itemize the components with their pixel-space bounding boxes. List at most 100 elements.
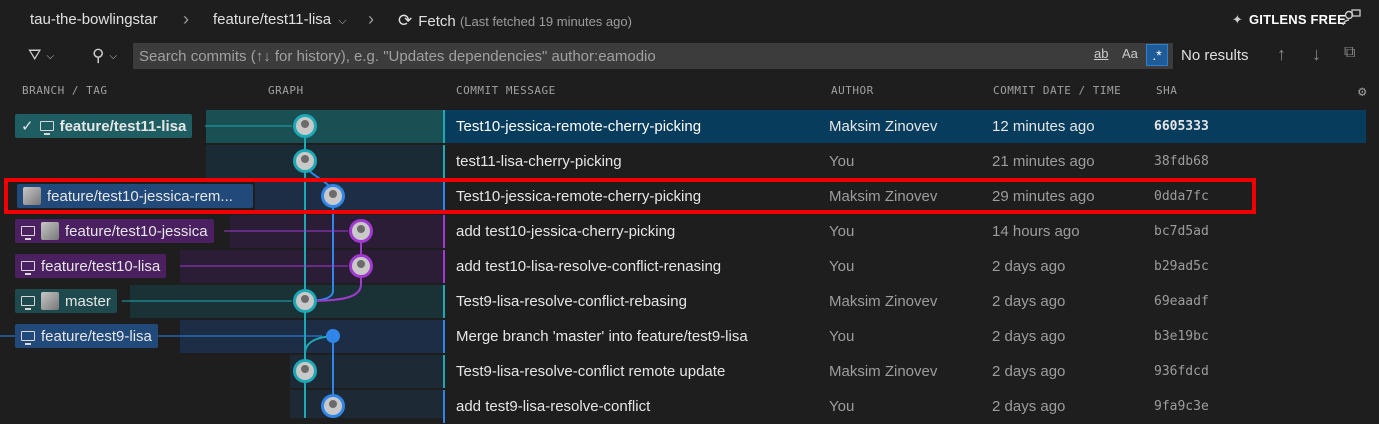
avatar-icon — [41, 292, 59, 310]
avatar-icon — [41, 222, 59, 240]
commit-row[interactable]: add test9-lisa-resolve-conflict You 2 da… — [0, 389, 1379, 424]
commit-sha: 6605333 — [1154, 119, 1209, 134]
commit-date: 14 hours ago — [992, 223, 1080, 240]
commit-message: Test9-lisa-resolve-conflict remote updat… — [456, 363, 726, 380]
commit-sha: 38fdb68 — [1154, 154, 1209, 169]
local-branch-icon — [21, 331, 35, 345]
branch-ref[interactable]: feature/test10-jessica — [15, 219, 214, 243]
feedback-icon[interactable] — [1341, 8, 1361, 28]
search-input[interactable] — [133, 43, 1173, 69]
lane-indicator — [443, 390, 445, 423]
breadcrumb-repo[interactable]: tau-the-bowlingstar — [30, 11, 158, 28]
local-branch-icon — [21, 226, 35, 240]
column-headers: BRANCH / TAG GRAPH COMMIT MESSAGE AUTHOR… — [0, 80, 1379, 102]
branch-ref[interactable]: feature/test9-lisa — [15, 324, 158, 348]
commit-sha: bc7d5ad — [1154, 224, 1209, 239]
commit-message: Test10-jessica-remote-cherry-picking — [456, 118, 702, 135]
branch-ref-label: feature/test10-jessica — [65, 222, 208, 240]
filter-icon: ⛛ — [28, 47, 42, 64]
commit-date: 2 days ago — [992, 363, 1066, 380]
branch-ref-label: master — [65, 292, 111, 310]
chevron-down-icon: ⌵ — [109, 50, 118, 62]
local-branch-icon — [39, 121, 54, 135]
commit-sha: b3e19bc — [1154, 329, 1209, 344]
commit-author: Maksim Zinovev — [829, 293, 938, 310]
branch-ref-label: feature/test11-lisa — [59, 117, 187, 135]
branch-ref[interactable]: master — [15, 289, 117, 313]
gear-icon[interactable]: ⚙ — [1358, 84, 1367, 100]
column-graph[interactable]: GRAPH — [268, 84, 304, 97]
commit-author: You — [829, 223, 855, 240]
refresh-icon: ⟳ — [398, 11, 413, 30]
branch-ref[interactable]: feature/test10-lisa — [15, 254, 167, 278]
search-results-count: No results — [1181, 47, 1249, 64]
commit-date: 21 minutes ago — [992, 153, 1095, 170]
commit-date: 2 days ago — [992, 258, 1066, 275]
search-bar: ⛛ ⌵ ⚲ ⌵ ab Aa .* No results ↑ ↓ ⧉ — [0, 40, 1379, 72]
commit-author: Maksim Zinovev — [829, 118, 938, 135]
sparkle-icon: ✦ — [1231, 12, 1243, 27]
commit-date: 12 minutes ago — [992, 118, 1095, 135]
commit-message: test11-lisa-cherry-picking — [456, 153, 622, 170]
commit-message: Test9-lisa-resolve-conflict-rebasing — [456, 293, 687, 310]
commit-date: 2 days ago — [992, 328, 1066, 345]
column-sha[interactable]: SHA — [1156, 84, 1177, 97]
branch-label: feature/test11-lisa — [213, 11, 332, 28]
column-date[interactable]: COMMIT DATE / TIME — [993, 84, 1121, 97]
branch-ref[interactable]: ✓ feature/test11-lisa — [15, 114, 193, 138]
commit-row[interactable]: feature/test10-lisa add test10-lisa-reso… — [0, 249, 1379, 284]
commit-sha: 9fa9c3e — [1154, 399, 1209, 414]
commit-author: You — [829, 398, 855, 415]
search-mode-button[interactable]: ⚲ ⌵ — [92, 43, 117, 69]
breadcrumb-branch[interactable]: feature/test11-lisa ⌵ — [213, 11, 347, 28]
chevron-right-icon: › — [183, 9, 189, 29]
commit-row[interactable]: feature/test9-lisa Merge branch 'master'… — [0, 319, 1379, 354]
branch-ref-label: feature/test9-lisa — [41, 327, 152, 345]
commit-row[interactable]: ✓ feature/test11-lisa Test10-jessica-rem… — [0, 109, 1379, 144]
commit-sha: b29ad5c — [1154, 259, 1209, 274]
branch-ref-label: feature/test10-lisa — [41, 257, 161, 275]
open-external-icon[interactable]: ⧉ — [1344, 44, 1355, 62]
commit-date: 2 days ago — [992, 293, 1066, 310]
regex-toggle[interactable]: .* — [1146, 44, 1168, 66]
commit-row[interactable]: feature/test10-jessica add test10-jessic… — [0, 214, 1379, 249]
commit-date: 2 days ago — [992, 398, 1066, 415]
gitlens-plan-badge[interactable]: ✦ GITLENS FREE — [1232, 12, 1346, 28]
commit-author: You — [829, 153, 855, 170]
lane-indicator — [443, 215, 445, 248]
column-author[interactable]: AUTHOR — [831, 84, 874, 97]
commit-message: Merge branch 'master' into feature/test9… — [456, 328, 748, 345]
lane-indicator — [443, 250, 445, 283]
lane-indicator — [443, 145, 445, 178]
match-whole-word-toggle[interactable]: ab — [1094, 46, 1108, 61]
commit-message: add test10-jessica-cherry-picking — [456, 223, 676, 240]
arrow-down-icon[interactable]: ↓ — [1312, 44, 1321, 65]
commit-row[interactable]: Test9-lisa-resolve-conflict remote updat… — [0, 354, 1379, 389]
local-branch-icon — [21, 296, 35, 310]
gitlens-label: GITLENS FREE — [1248, 12, 1346, 27]
commit-author: You — [829, 328, 855, 345]
search-icon: ⚲ — [92, 46, 105, 65]
commit-row[interactable]: master Test9-lisa-resolve-conflict-rebas… — [0, 284, 1379, 319]
commit-author: You — [829, 258, 855, 275]
match-case-toggle[interactable]: Aa — [1122, 46, 1138, 61]
fetch-status: (Last fetched 19 minutes ago) — [459, 14, 632, 29]
commit-row[interactable]: test11-lisa-cherry-picking You 21 minute… — [0, 144, 1379, 179]
commit-author: Maksim Zinovev — [829, 363, 938, 380]
check-icon: ✓ — [21, 118, 34, 135]
lane-indicator — [443, 355, 445, 388]
chevron-down-icon: ⌵ — [46, 50, 55, 62]
local-branch-icon — [21, 261, 35, 275]
arrow-up-icon[interactable]: ↑ — [1277, 44, 1286, 65]
commit-list: ✓ feature/test11-lisa Test10-jessica-rem… — [0, 109, 1379, 423]
fetch-label: Fetch — [418, 13, 456, 30]
lane-indicator — [443, 320, 445, 353]
chevron-right-icon: › — [368, 9, 374, 29]
chevron-down-icon: ⌵ — [338, 15, 347, 27]
commit-sha: 936fdcd — [1154, 364, 1209, 379]
fetch-button[interactable]: ⟳ Fetch (Last fetched 19 minutes ago) — [398, 11, 632, 31]
lane-indicator — [443, 110, 445, 143]
column-message[interactable]: COMMIT MESSAGE — [456, 84, 556, 97]
filter-button[interactable]: ⛛ ⌵ — [28, 43, 54, 69]
column-branch[interactable]: BRANCH / TAG — [22, 84, 107, 97]
